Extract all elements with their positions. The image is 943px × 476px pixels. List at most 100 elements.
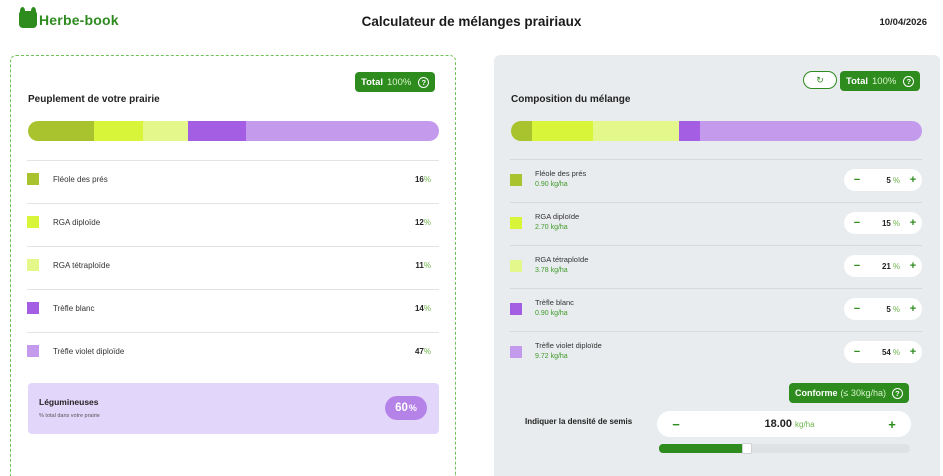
species-name: Trèfle violet diploïde (53, 347, 125, 356)
total-value: 100% (387, 76, 412, 88)
bar-segment (531, 121, 594, 141)
density-value[interactable]: 18.00 (687, 418, 795, 430)
species-color-swatch (27, 259, 39, 271)
density-slider-fill (659, 444, 742, 453)
species-color-swatch (510, 346, 522, 358)
species-name: Fléole des prés (535, 169, 587, 178)
help-icon[interactable]: ? (903, 75, 915, 87)
percent-symbol: % (423, 347, 431, 356)
density-increase-button[interactable]: + (881, 417, 903, 432)
population-bar (28, 121, 439, 141)
section-title: Composition du mélange (511, 94, 631, 105)
species-percent-value[interactable]: 15 (866, 219, 893, 228)
increase-button[interactable]: + (904, 260, 922, 272)
density-unit: kg/ha (795, 419, 815, 429)
legumes-value: 60 (395, 402, 408, 414)
percent-symbol: % (892, 261, 900, 271)
reset-button[interactable]: ↻ (803, 71, 837, 89)
total-label: Total (846, 75, 868, 87)
species-percent: 47% (415, 347, 431, 356)
meadow-population-panel: Total 100% ? Peuplement de votre prairie… (10, 55, 456, 476)
bar-segment (700, 121, 922, 141)
species-percent: 14% (415, 304, 431, 313)
page-title: Calculateur de mélanges prairiaux (361, 14, 582, 29)
species-row: Trèfle violet diploïde 47% (27, 332, 439, 375)
conform-note: (≤ 30kg/ha) (840, 388, 886, 398)
percent-symbol: % (423, 218, 431, 227)
species-percent-value: 47 (414, 347, 424, 356)
composition-row: RGA diploïde 2.70 kg/ha −15% + (510, 202, 922, 245)
percent-symbol: % (423, 261, 431, 270)
decrease-button[interactable]: − (848, 346, 866, 358)
species-percent-value: 14 (414, 304, 424, 313)
legumes-title: Légumineuses (39, 397, 99, 407)
bar-segment (679, 121, 701, 141)
composition-bar (511, 121, 922, 141)
help-icon[interactable]: ? (891, 387, 903, 399)
species-percent-value[interactable]: 21 (866, 262, 893, 271)
density-decrease-button[interactable]: − (665, 417, 687, 432)
percent-symbol: % (892, 175, 900, 185)
decrease-button[interactable]: − (848, 174, 866, 186)
species-color-swatch (27, 302, 39, 314)
species-seed-rate: 3.78 kg/ha (535, 267, 568, 274)
current-date: 10/04/2026 (879, 17, 927, 28)
density-label: Indiquer la densité de semis (525, 417, 633, 426)
species-percent-value[interactable]: 5 (866, 176, 893, 185)
species-color-swatch (510, 217, 522, 229)
species-color-swatch (27, 173, 39, 185)
species-seed-rate: 0.90 kg/ha (535, 181, 568, 188)
mix-composition-panel: ↻ Total 100% ? Composition du mélange Fl… (494, 55, 940, 476)
species-percent-stepper: −5% + (844, 298, 922, 320)
species-percent: 12% (415, 218, 431, 227)
density-slider-thumb[interactable] (741, 443, 752, 454)
conform-badge: Conforme (≤ 30kg/ha) ? (789, 383, 909, 403)
species-percent-value: 11 (415, 261, 424, 270)
species-color-swatch (27, 345, 39, 357)
species-name: RGA tétraploïde (53, 261, 110, 270)
species-row: RGA diploïde 12% (27, 203, 439, 246)
species-percent-value[interactable]: 5 (866, 305, 893, 314)
legumes-badge: 60% (385, 396, 427, 420)
percent-symbol: % (423, 304, 431, 313)
species-percent-stepper: −15% + (844, 212, 922, 234)
help-icon[interactable]: ? (418, 76, 430, 88)
species-percent-stepper: −54% + (844, 341, 922, 363)
density-stepper: − 18.00 kg/ha + (657, 411, 911, 437)
species-name: Trèfle violet diploïde (535, 341, 602, 350)
decrease-button[interactable]: − (848, 260, 866, 272)
composition-row: RGA tétraploïde 3.78 kg/ha −21% + (510, 245, 922, 288)
legumes-symbol: % (408, 403, 417, 413)
decrease-button[interactable]: − (848, 217, 866, 229)
species-percent-stepper: −21% + (844, 255, 922, 277)
conform-label: Conforme (795, 388, 838, 398)
percent-symbol: % (423, 175, 431, 184)
total-badge: Total 100% ? (355, 72, 436, 92)
decrease-button[interactable]: − (848, 303, 866, 315)
species-name: Trèfle blanc (535, 298, 574, 307)
species-percent-value: 12 (414, 218, 424, 227)
reset-icon: ↻ (816, 74, 824, 85)
increase-button[interactable]: + (904, 174, 922, 186)
species-percent: 11% (415, 261, 431, 270)
species-name: RGA diploïde (535, 212, 580, 221)
species-row: Fléole des prés 16% (27, 160, 439, 203)
bar-segment (188, 121, 246, 141)
species-name: RGA diploïde (53, 218, 101, 227)
increase-button[interactable]: + (904, 303, 922, 315)
species-seed-rate: 9.72 kg/ha (535, 353, 568, 360)
species-percent: 16% (415, 175, 431, 184)
bar-segment (28, 121, 94, 141)
bar-segment (93, 121, 144, 141)
header: Herbe-book Calculateur de mélanges prair… (0, 0, 943, 44)
increase-button[interactable]: + (904, 346, 922, 358)
increase-button[interactable]: + (904, 217, 922, 229)
species-color-swatch (27, 216, 39, 228)
total-label: Total (361, 76, 383, 88)
percent-symbol: % (892, 347, 900, 357)
species-percent-value[interactable]: 54 (866, 348, 893, 357)
legumes-summary: Légumineuses % total dans votre prairie … (28, 383, 439, 434)
section-title: Peuplement de votre prairie (28, 94, 160, 105)
species-percent-value: 16 (414, 175, 424, 184)
density-slider[interactable] (659, 444, 910, 453)
